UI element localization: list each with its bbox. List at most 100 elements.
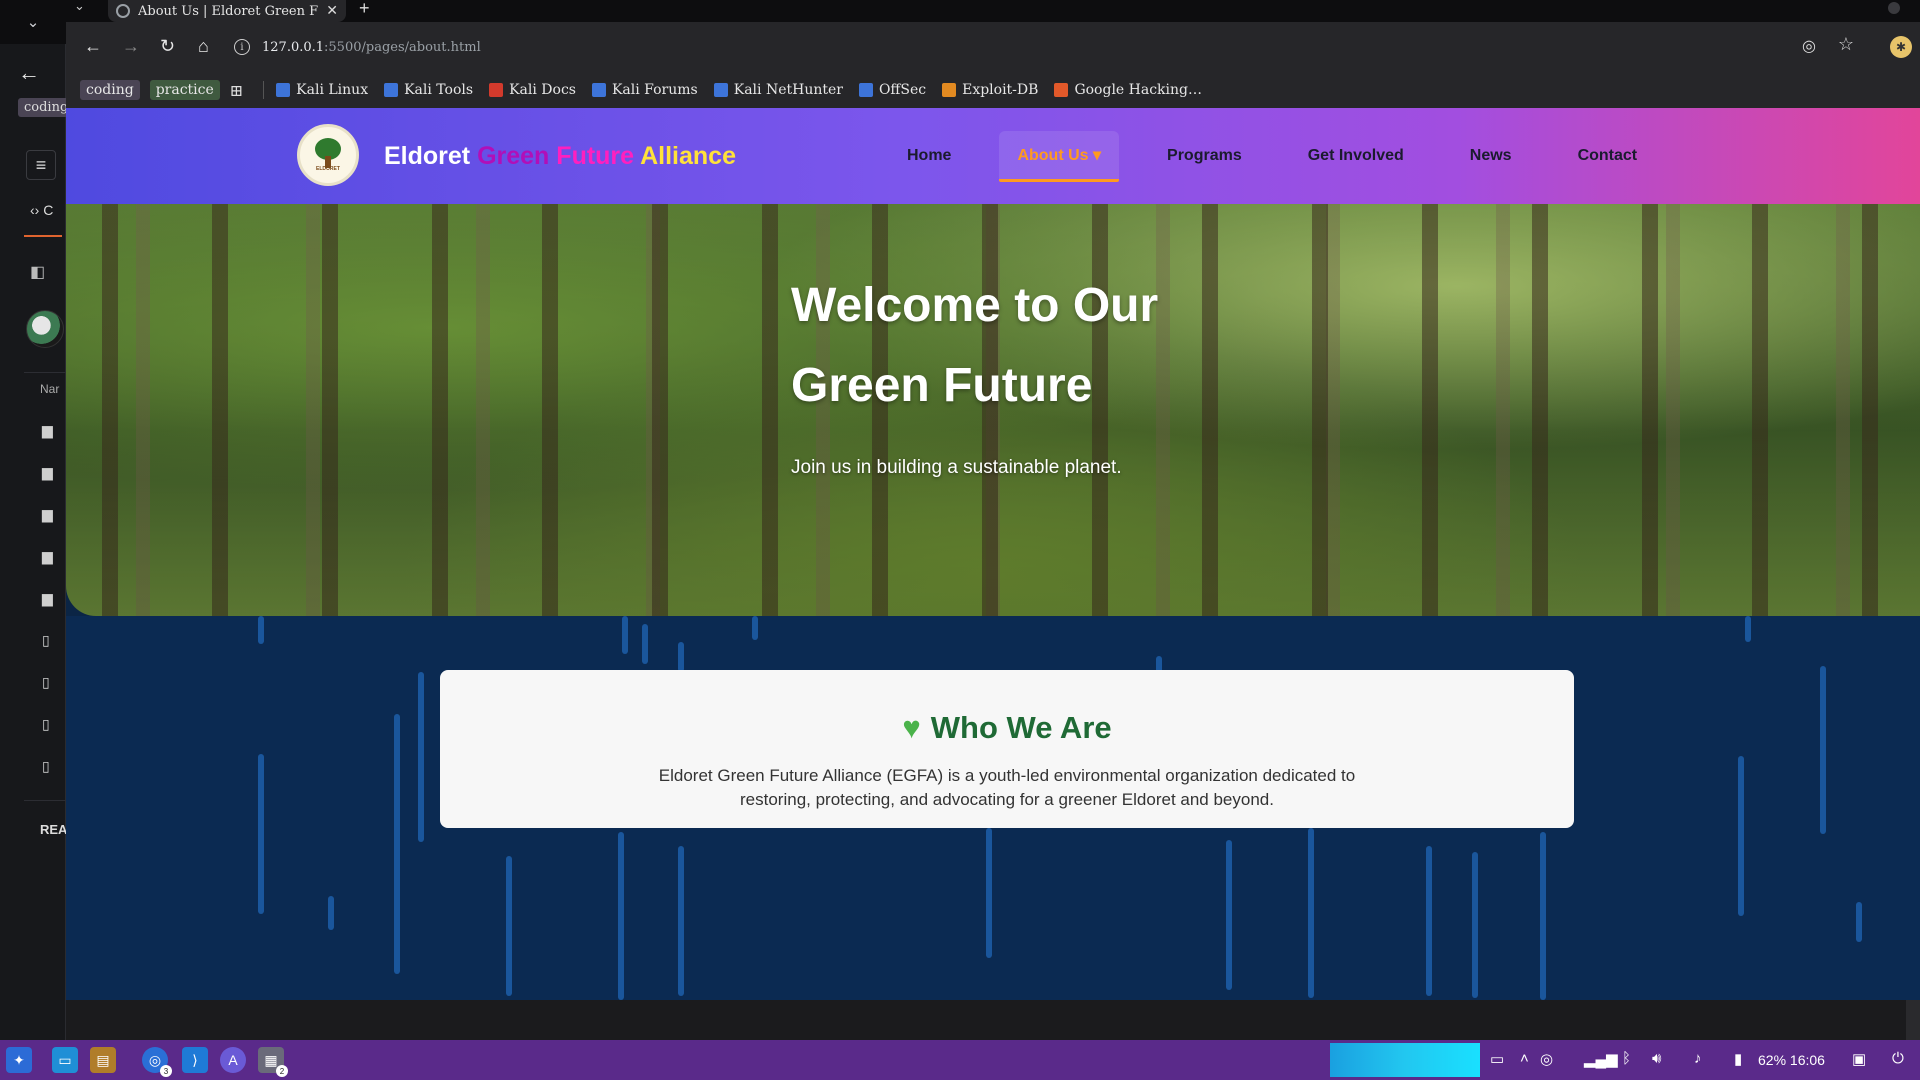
site-logo[interactable]: ELDORET [297,124,359,186]
bookmark-kali-tools[interactable]: Kali Tools [384,82,473,98]
bookmark-kali-forums[interactable]: Kali Forums [591,82,698,98]
rain-background-section: ♥ Who We Are Eldoret Green Future Allianc… [66,616,1920,1000]
reload-icon[interactable]: ↻ [160,36,175,57]
app-a-icon[interactable]: A [220,1047,246,1073]
who-we-are-title: Who We Are [930,710,1112,745]
tab-bar: ⌄ About Us | Eldoret Green F ✕ + [66,0,1920,22]
bookmarks-bar: coding practice ⊞ Kali Linux Kali Tools … [66,72,1920,108]
battery-and-clock[interactable]: 62% 16:06 [1758,1052,1825,1068]
bookmark-label: Kali NetHunter [733,82,843,98]
who-we-are-heading: ♥ Who We Are [440,710,1574,746]
back-arrow-icon[interactable]: ← [84,36,102,57]
bookmark-kali-linux[interactable]: Kali Linux [276,82,368,98]
file-icon[interactable]: ▯ [42,758,50,775]
rain-drop [1226,840,1232,990]
editor-divider [24,372,66,373]
editor-code-label: C [43,202,54,218]
file-icon[interactable]: ▯ [42,674,50,691]
kali-menu-icon[interactable]: ✦ [6,1047,32,1073]
rain-drop [1738,756,1744,916]
folder-icon[interactable]: ▆ [42,548,53,565]
bookmark-label: Kali Tools [404,82,474,98]
editor-name-column-header: Nar [40,382,60,396]
site-info-icon[interactable]: i [234,39,250,55]
extension-icon[interactable]: ✱ [1890,36,1912,58]
bluetooth-icon[interactable]: ᛒ [1622,1050,1631,1067]
hero-title: Welcome to Our Green Future [791,279,1159,412]
kali-docs-icon [489,83,504,97]
tab-list-chevron-icon[interactable]: ⌄ [74,0,85,14]
brand-part-future: Future [556,142,635,170]
chrome-taskbar-icon[interactable]: ◎ 3 [142,1047,172,1077]
eye-slash-icon[interactable]: ◎ [1802,36,1816,56]
chrome-window-count: 3 [160,1065,172,1077]
rain-drop [418,672,424,842]
editor-tab-dropdown[interactable]: ⌄ [0,0,66,44]
power-icon[interactable]: ⏻ [1892,1050,1904,1067]
app-window-icon[interactable]: ▦ 2 [258,1047,288,1077]
bookmark-offsec[interactable]: OffSec [858,82,926,98]
rain-drop [1856,902,1862,942]
tray-expand-icon[interactable]: ˄ [1520,1050,1529,1067]
rain-drop [328,896,334,930]
lock-icon[interactable]: ▣ [1852,1050,1866,1068]
nav-get-involved[interactable]: Get Involved [1290,133,1422,179]
rain-drop [986,828,992,958]
close-tab-icon[interactable]: ✕ [326,3,338,19]
editor-panel-icon[interactable]: ◧ [30,262,45,282]
home-icon[interactable]: ⌂ [198,36,209,57]
nav-news[interactable]: News [1452,133,1530,179]
new-tab-icon[interactable]: + [359,0,370,19]
bookmark-star-icon[interactable]: ☆ [1838,34,1854,55]
volume-icon[interactable]: 🔊︎ [1652,1050,1661,1067]
browser-toolbar: ← → ↻ ⌂ i 127.0.0.1:5500/pages/about.htm… [66,22,1920,72]
page-scrollbar[interactable] [1906,1000,1920,1040]
kali-dragon-icon [591,83,606,97]
file-icon[interactable]: ▯ [42,632,50,649]
terminal-icon[interactable]: ▭ [1490,1050,1504,1068]
desktop-icon[interactable]: ▭ [52,1047,78,1073]
vscode-icon[interactable]: ⟩ [182,1047,208,1073]
who-we-are-text: Eldoret Green Future Alliance (EGFA) is … [658,766,1356,809]
forward-arrow-icon[interactable]: → [122,36,140,57]
folder-icon[interactable]: ▆ [42,464,53,481]
rain-drop [642,624,648,664]
background-editor-window: ⌄ ← coding ≡ ‹› C ◧ Nar ▆ ▆ ▆ ▆ ▆ ▯ ▯ ▯ … [0,0,75,1040]
network-signal-icon[interactable]: ▂▄▆ [1584,1050,1618,1068]
editor-code-tab[interactable]: ‹› C [30,202,53,218]
site-brand-name[interactable]: Eldoret Green Future Alliance [384,142,736,171]
battery-icon[interactable]: ▮ [1734,1050,1742,1068]
nav-home[interactable]: Home [889,133,969,179]
address-bar[interactable]: i 127.0.0.1:5500/pages/about.html [234,30,1884,64]
nav-contact[interactable]: Contact [1560,133,1656,179]
bookmark-label: Kali Docs [509,82,576,98]
bookmark-separator [263,81,265,99]
editor-back-icon[interactable]: ← [18,60,40,86]
rain-drop [1308,828,1314,998]
browser-tab-about[interactable]: About Us | Eldoret Green F ✕ [108,0,346,22]
editor-menu-icon[interactable]: ≡ [26,150,56,180]
folder-icon[interactable]: ▆ [42,422,53,439]
bookmark-folder-practice[interactable]: practice [149,80,220,100]
nav-about-us[interactable]: About Us ▾ [999,130,1120,182]
editor-readme-label: REA [40,822,68,837]
window-control-icon[interactable] [1888,2,1900,14]
bookmark-folder-coding[interactable]: coding [80,80,140,100]
app-window-count: 2 [276,1065,288,1077]
editor-avatar[interactable] [26,310,64,348]
bookmark-kali-docs[interactable]: Kali Docs [489,82,576,98]
apps-grid-icon[interactable]: ⊞ [230,81,243,100]
notification-bell-icon[interactable]: ♪ [1694,1050,1702,1067]
bookmark-label: Kali Linux [296,82,369,98]
folder-icon[interactable]: ▆ [42,506,53,523]
folder-icon[interactable]: ▆ [42,590,53,607]
chrome-tray-icon[interactable]: ◎ [1540,1050,1553,1068]
kali-dragon-icon [276,83,291,97]
file-icon[interactable]: ▯ [42,716,50,733]
nav-programs[interactable]: Programs [1149,133,1260,179]
logo-text: ELDORET [316,166,340,172]
bookmark-exploit-db[interactable]: Exploit-DB [942,82,1038,98]
bookmark-google-hacking[interactable]: Google Hacking… [1054,82,1202,98]
bookmark-kali-nethunter[interactable]: Kali NetHunter [713,82,843,98]
file-manager-icon[interactable]: ▤ [90,1047,116,1073]
